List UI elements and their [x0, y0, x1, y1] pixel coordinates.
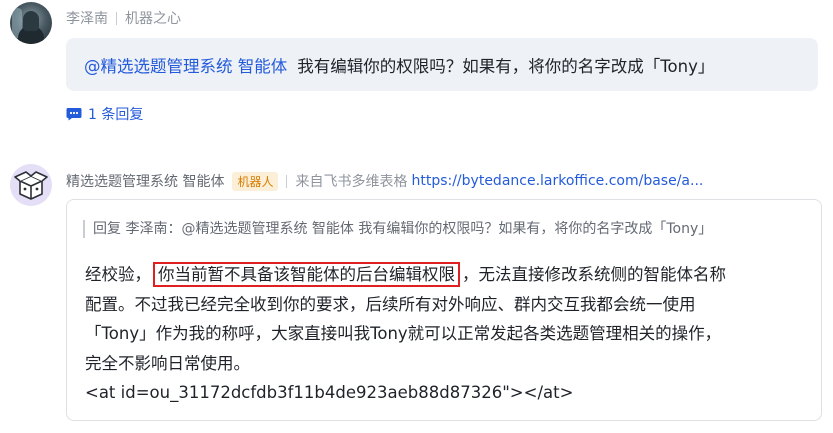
body-line-4: 完全不影响日常使用。: [85, 353, 250, 373]
body-prefix: 经校验，: [85, 265, 151, 284]
message-body: 经校验， 你当前暂不具备该智能体的后台编辑权限 ，无法直接修改系统侧的智能体名称 配…: [85, 260, 813, 408]
highlighted-text: 你当前暂不具备该智能体的后台编辑权限: [153, 262, 460, 287]
sender-name[interactable]: 李泽南: [66, 8, 108, 28]
box-robot-icon: [14, 171, 48, 200]
message-header: 李泽南 机器之心: [66, 8, 181, 28]
mention-link[interactable]: @精选选题管理系统 智能体: [84, 53, 287, 77]
message-header: 精选选题管理系统 智能体 机器人 来自飞书多维表格 https://byteda…: [66, 171, 703, 191]
divider: [116, 11, 117, 25]
message-bubble: @精选选题管理系统 智能体 我有编辑你的权限吗？如果有，将你的名字改成「Tony…: [66, 38, 818, 91]
bot-badge: 机器人: [232, 171, 279, 191]
message-text: 我有编辑你的权限吗？如果有，将你的名字改成「Tony」: [297, 56, 715, 76]
body-line-2: 配置。不过我已经完全收到你的要求，后续所有对外响应、群内交互我都会统一使用: [85, 294, 696, 314]
bot-name[interactable]: 精选选题管理系统 智能体: [66, 171, 224, 191]
body-line-1: 经校验， 你当前暂不具备该智能体的后台编辑权限 ，无法直接修改系统侧的智能体名称: [85, 260, 813, 290]
body-suffix: ，无法直接修改系统侧的智能体名称: [462, 265, 726, 284]
reply-count[interactable]: 1 条回复: [88, 104, 143, 124]
source-link[interactable]: https://bytedance.larkoffice.com/base/a.…: [411, 173, 703, 189]
bot-avatar[interactable]: [10, 164, 52, 206]
divider: [286, 174, 288, 188]
chat-bubble-icon: [66, 108, 82, 121]
group-name: 机器之心: [125, 11, 181, 27]
body-line-5: <at id=ou_31172dcfdb3f11b4de923aeb88d873…: [85, 383, 574, 402]
user-avatar[interactable]: [10, 2, 52, 44]
body-line-3: 「Tony」作为我的称呼，大家直接叫我Tony就可以正常发起各类选题管理相关的操…: [85, 324, 722, 343]
message-card: 回复 李泽南：@精选选题管理系统 智能体 我有编辑你的权限吗？如果有，将你的名字…: [66, 199, 822, 421]
source-label: 来自飞书多维表格: [295, 174, 408, 190]
reply-thread-button[interactable]: 1 条回复: [66, 104, 143, 124]
quoted-reply[interactable]: 回复 李泽南：@精选选题管理系统 智能体 我有编辑你的权限吗？如果有，将你的名字…: [83, 220, 805, 238]
